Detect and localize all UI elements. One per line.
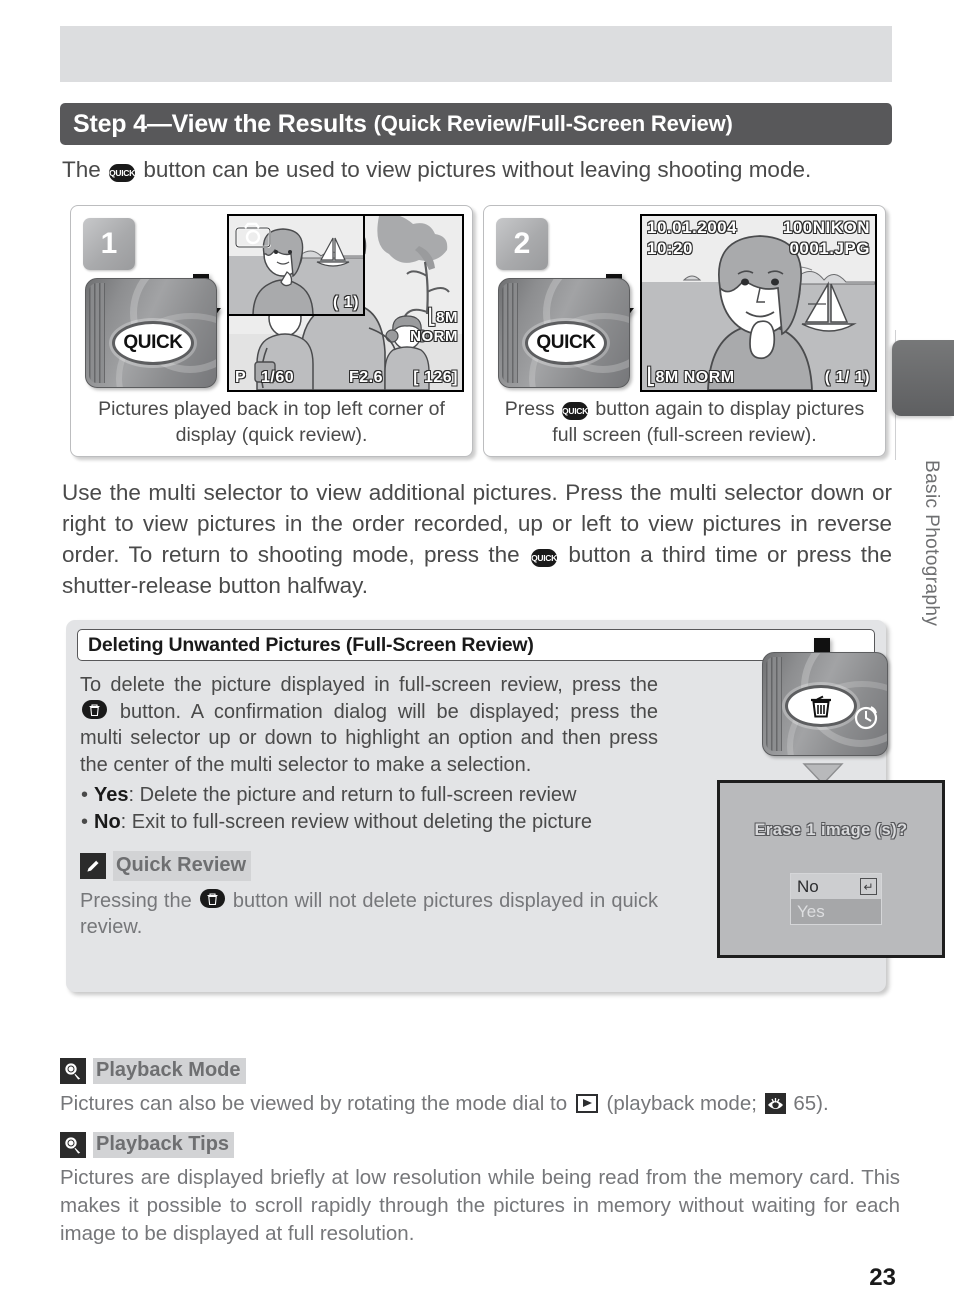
bullet-term-yes: Yes [94, 784, 129, 806]
infobox-paragraph-part1: To delete the picture displayed in full-… [80, 674, 658, 696]
step-panel-1: 1 QUICK (1) ⎣8M NORM P 1/60 F2.6 [126]… [70, 205, 473, 457]
self-timer-icon [854, 706, 878, 730]
note-header: Playback Tips [60, 1132, 900, 1158]
option-bullet-list: Yes: Delete the picture and return to fu… [80, 782, 658, 835]
quick-review-note-body: Pressing the button will not delete pict… [80, 888, 658, 941]
step-2-caption: Press QUICK button again to display pict… [494, 396, 875, 448]
trash-button-icon [199, 888, 225, 908]
quick-review-note-header: Quick Review [80, 851, 658, 881]
section-title-bar: Step 4—View the Results (Quick Review/Fu… [60, 103, 892, 145]
deleting-pictures-infobox: Deleting Unwanted Pictures (Full-Screen … [66, 620, 945, 992]
bullet-text-yes: : Delete the picture and return to full-… [128, 784, 577, 806]
camera-grip-ridges [502, 283, 518, 383]
top-header-band [60, 26, 892, 82]
osd-exposure-mode: P [234, 368, 247, 386]
step-panel-2: 2 QUICK 10.01.2004 10:20 100NIKON 0001.J… [483, 205, 886, 457]
magnifier-icon [60, 1132, 86, 1158]
camera-body-illustration: QUICK [498, 278, 630, 388]
quick-button[interactable]: QUICK [525, 321, 607, 365]
step-number-badge: 2 [496, 218, 548, 270]
note-body: Pictures are displayed briefly at low re… [60, 1166, 900, 1245]
osd-filename: 0001.JPG [789, 238, 870, 258]
chapter-tab-label: Basic Photography [921, 460, 942, 627]
note-text-part1: Pictures can also be viewed by rotating … [60, 1092, 568, 1115]
note-text-part3: 65). [793, 1092, 829, 1115]
erase-question-text: Erase 1 image (s)? [754, 821, 908, 839]
note-playback-tips: Playback Tips Pictures are displayed bri… [60, 1132, 900, 1248]
quick-button-icon: QUICK [109, 164, 135, 182]
note-header: Playback Mode [60, 1058, 900, 1084]
step-number-badge: 1 [83, 218, 135, 270]
pencil-icon [80, 852, 106, 879]
trash-button-icon [82, 699, 107, 719]
intro-text-before: The [62, 157, 101, 182]
thumbnail-counter-osd: ( 1) [332, 293, 359, 311]
camera-body-illustration: QUICK [85, 278, 217, 388]
quick-button[interactable]: QUICK [112, 321, 194, 365]
step-2-caption-after: button again to display pictures full sc… [552, 398, 865, 446]
camera-grip-ridges [766, 657, 782, 751]
bullet-text-no: : Exit to full-screen review without del… [120, 810, 593, 833]
camera-body-illustration [762, 652, 888, 756]
infobox-title: Deleting Unwanted Pictures (Full-Screen … [77, 629, 875, 661]
body-paragraph: Use the multi selector to view additiona… [62, 477, 892, 601]
quick-review-thumbnail: ( 1) [229, 216, 365, 316]
osd-time: 10:20 [646, 238, 693, 258]
page-title: Step 4—View the Results [73, 109, 367, 138]
enter-key-icon: ↵ [860, 878, 877, 895]
note-body: Pictures can also be viewed by rotating … [60, 1090, 900, 1118]
intro-text-after: button can be used to view pictures with… [143, 157, 812, 182]
osd-frames-remaining: [ 126] [413, 368, 458, 386]
intro-paragraph: The QUICK button can be used to view pic… [62, 157, 892, 183]
osd-quality: NORM [410, 327, 459, 345]
erase-option-yes[interactable]: Yes [791, 899, 881, 924]
erase-options-menu: No ↵ Yes [790, 873, 882, 925]
delete-button[interactable] [785, 685, 857, 727]
camera-grip-ridges [89, 283, 105, 383]
erase-option-no[interactable]: No ↵ [791, 874, 881, 899]
quick-button-label: QUICK [123, 332, 183, 353]
infobox-paragraph: To delete the picture displayed in full-… [80, 672, 658, 778]
note-title: Playback Tips [93, 1132, 235, 1158]
step-1-caption: Pictures played back in top left corner … [98, 398, 445, 446]
trash-icon [811, 695, 831, 718]
osd-frame-counter: ( 1/ 1) [824, 368, 870, 386]
note-title: Playback Mode [93, 1058, 246, 1084]
reference-icon [764, 1093, 786, 1114]
lcd-screen-quick-review: ( 1) ⎣8M NORM P 1/60 F2.6 [ 126] [227, 214, 464, 392]
osd-shutter-speed: 1/60 [260, 368, 295, 386]
page-subtitle: (Quick Review/Full-Screen Review) [373, 111, 733, 136]
play-mode-icon [575, 1094, 598, 1113]
quick-review-text-part1: Pressing the [80, 889, 192, 912]
osd-image-size-quality: ⎣8M NORM [646, 368, 735, 386]
quick-button-icon: QUICK [531, 549, 557, 567]
quick-button-label: QUICK [536, 332, 596, 353]
page-number: 23 [869, 1264, 896, 1291]
osd-folder: 100NIKON [782, 217, 870, 237]
note-playback-mode: Playback Mode Pictures can also be viewe… [60, 1058, 900, 1118]
osd-aperture: F2.6 [348, 368, 384, 386]
lcd-screen-full-screen-review: 10.01.2004 10:20 100NIKON 0001.JPG ⎣8M N… [640, 214, 877, 392]
quick-button-icon: QUICK [562, 402, 588, 420]
bullet-term-no: No [94, 810, 121, 833]
erase-option-yes-label: Yes [797, 901, 825, 921]
chapter-tab [892, 340, 954, 416]
quick-review-note-title: Quick Review [113, 851, 252, 881]
infobox-body: To delete the picture displayed in full-… [80, 672, 658, 941]
osd-date: 10.01.2004 [646, 217, 738, 237]
camera-icon [235, 222, 271, 248]
infobox-paragraph-part2: button. A confirmation dialog will be di… [80, 700, 658, 776]
note-text-part2: (playback mode; [606, 1092, 757, 1115]
magnifier-icon [60, 1058, 86, 1084]
step-2-caption-before: Press [504, 398, 555, 420]
erase-option-no-label: No [797, 876, 819, 896]
list-item: Yes: Delete the picture and return to fu… [80, 782, 658, 809]
osd-image-size: ⎣8M [428, 308, 459, 326]
list-item: No: Exit to full-screen review without d… [80, 809, 658, 836]
erase-confirmation-screen: Erase 1 image (s)? No ↵ Yes [717, 780, 945, 958]
